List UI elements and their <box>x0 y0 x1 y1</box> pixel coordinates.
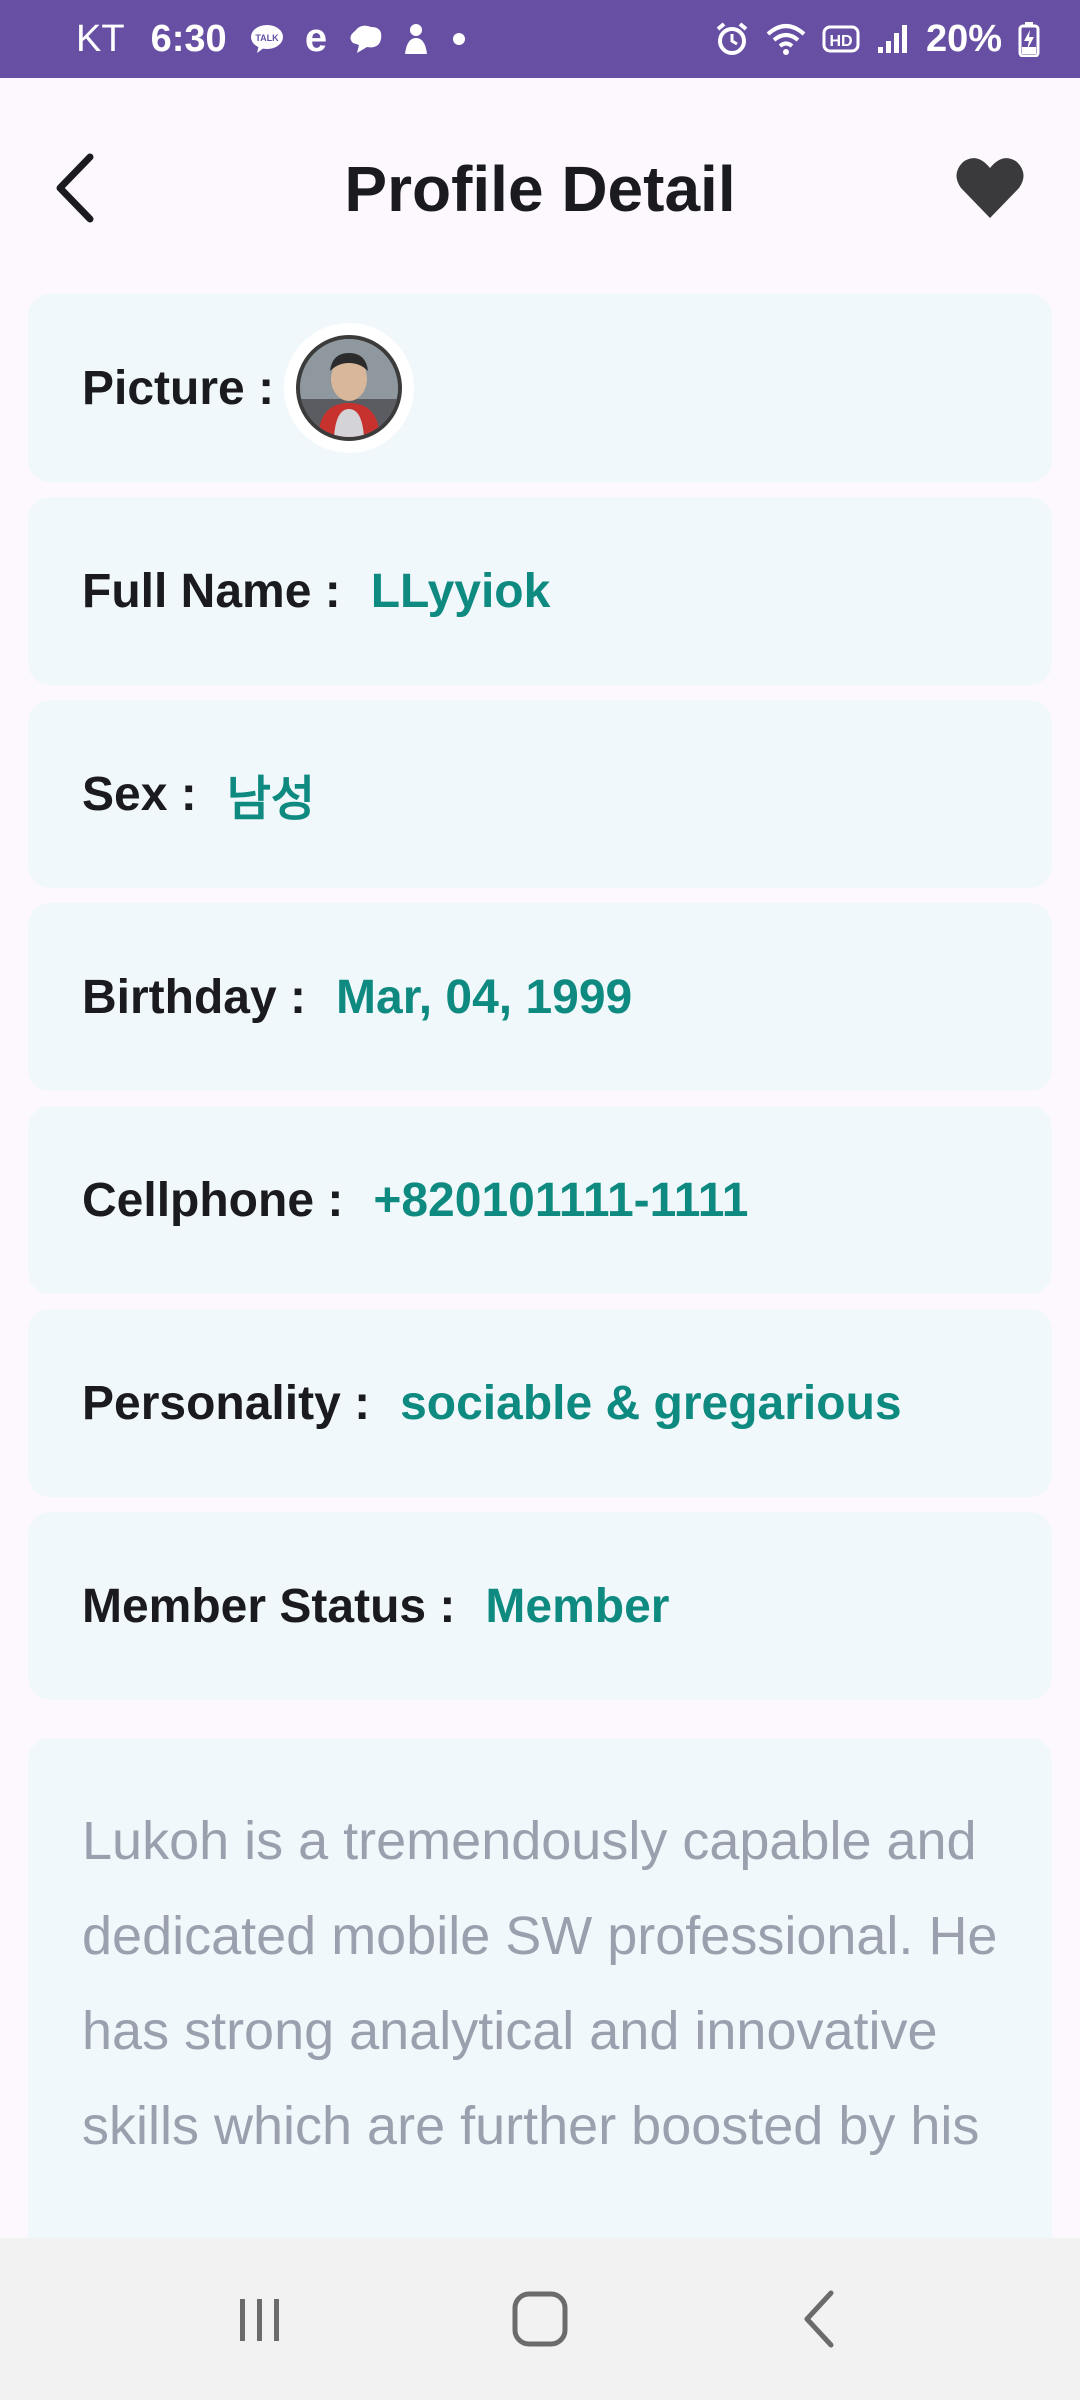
svg-text:HD: HD <box>829 33 852 50</box>
recents-button[interactable] <box>200 2259 320 2379</box>
full-name-label: Full Name : <box>82 564 341 618</box>
member-status-label: Member Status : <box>82 1579 456 1633</box>
member-status-value: Member <box>485 1579 670 1633</box>
bio-text: Lukoh is a tremendously capable and dedi… <box>82 1811 998 2156</box>
svg-text:TALK: TALK <box>255 33 279 43</box>
status-bar: KT 6:30 TALK e HD 20% <box>0 0 1080 78</box>
status-left: KT 6:30 TALK e <box>76 18 471 61</box>
svg-text:e: e <box>305 21 327 57</box>
profile-content: Picture : Full Name : LLyyiok Sex : 남성 B… <box>28 294 1052 2238</box>
status-right: HD 20% <box>714 18 1040 61</box>
member-status-card: Member Status : Member <box>28 1512 1052 1700</box>
e-icon: e <box>301 21 331 57</box>
status-time: 6:30 <box>150 17 227 60</box>
birthday-card: Birthday : Mar, 04, 1999 <box>28 903 1052 1091</box>
bio-card[interactable]: Lukoh is a tremendously capable and dedi… <box>28 1738 1052 2238</box>
talk-bubble-icon: TALK <box>249 23 285 55</box>
hd-icon: HD <box>822 24 860 54</box>
sex-label: Sex : <box>82 767 197 821</box>
app-header: Profile Detail <box>0 78 1080 300</box>
back-button[interactable] <box>40 148 110 228</box>
cellphone-label: Cellphone : <box>82 1173 344 1227</box>
personality-label: Personality : <box>82 1376 371 1430</box>
birthday-label: Birthday : <box>82 970 307 1024</box>
alarm-icon <box>714 21 750 57</box>
birthday-value: Mar, 04, 1999 <box>336 970 633 1024</box>
personality-card: Personality : sociable & gregarious <box>28 1309 1052 1497</box>
sex-value: 남성 <box>226 773 316 826</box>
heart-icon <box>956 158 1024 218</box>
signal-icon <box>876 23 910 55</box>
home-icon <box>512 2291 568 2347</box>
notification-icon <box>401 22 431 56</box>
page-title: Profile Detail <box>344 153 736 225</box>
avatar-frame[interactable] <box>284 323 415 453</box>
back-icon <box>804 2290 834 2348</box>
home-button[interactable] <box>480 2259 600 2379</box>
dot-icon <box>447 27 471 51</box>
recents-icon <box>240 2299 279 2341</box>
cellphone-value: +820101111-1111 <box>373 1173 749 1227</box>
sex-card: Sex : 남성 <box>28 700 1052 888</box>
picture-card: Picture : <box>28 294 1052 482</box>
full-name-value: LLyyiok <box>370 564 551 618</box>
battery-charging-icon <box>1018 21 1040 57</box>
carrier-label: KT <box>76 17 125 60</box>
nav-back-button[interactable] <box>760 2259 880 2379</box>
cellphone-card: Cellphone : +820101111-1111 <box>28 1106 1052 1294</box>
chat-cloud-icon <box>347 23 385 55</box>
wifi-icon <box>766 22 806 56</box>
favorite-button[interactable] <box>950 148 1030 228</box>
back-arrow-icon <box>56 153 94 223</box>
profile-photo <box>300 339 399 437</box>
system-nav-bar <box>0 2238 1080 2400</box>
battery-percent: 20% <box>925 17 1002 60</box>
picture-label: Picture : <box>82 361 275 415</box>
full-name-card: Full Name : LLyyiok <box>28 497 1052 685</box>
avatar <box>296 335 403 441</box>
personality-value: sociable & gregarious <box>400 1376 902 1430</box>
